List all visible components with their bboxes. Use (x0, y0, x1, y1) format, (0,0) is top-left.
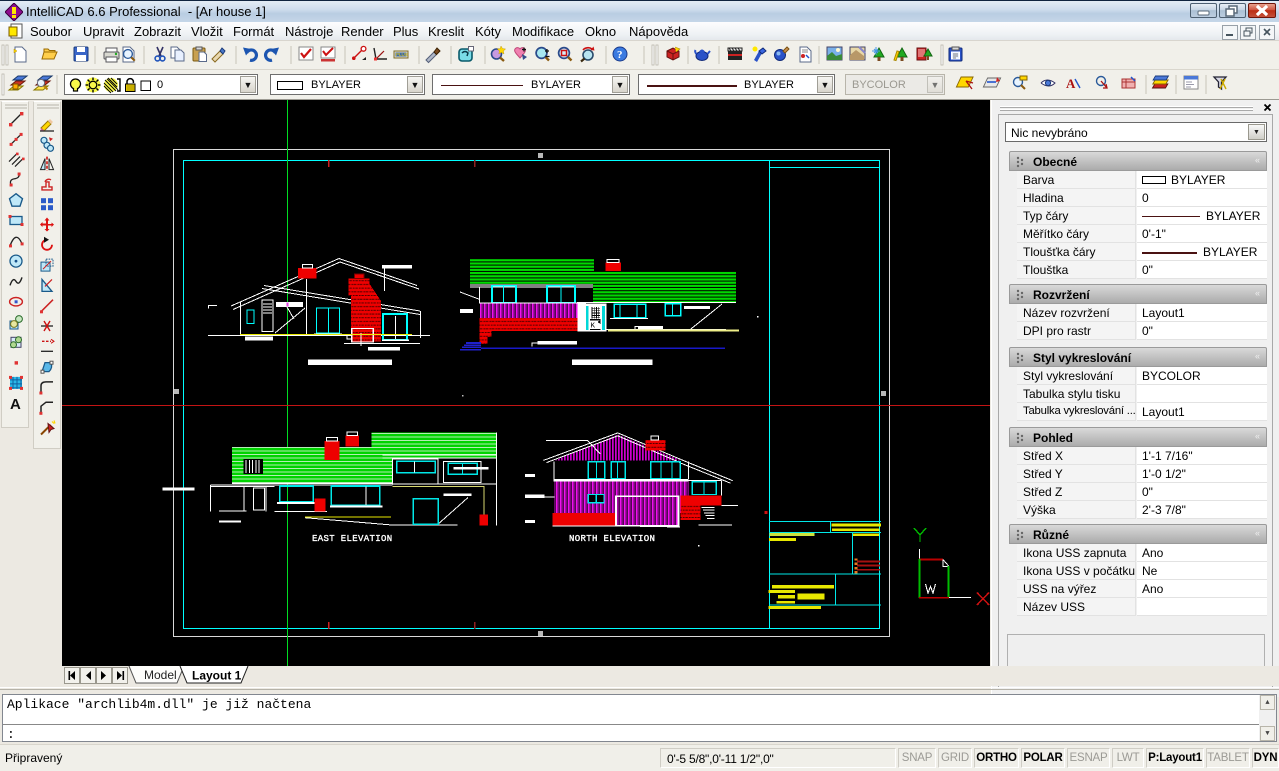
svg-text:PLUS: PLUS (396, 52, 408, 57)
svg-text:Model: Model (144, 668, 177, 682)
svg-text:A: A (10, 396, 21, 413)
svg-text:Layout 1: Layout 1 (192, 669, 242, 683)
svg-text:EAST ELEVATION: EAST ELEVATION (312, 534, 393, 544)
svg-text:NORTH ELEVATION: NORTH ELEVATION (569, 534, 655, 544)
svg-text:?: ? (617, 49, 623, 61)
svg-text:K: K (591, 323, 596, 331)
svg-text:A: A (1066, 76, 1076, 91)
